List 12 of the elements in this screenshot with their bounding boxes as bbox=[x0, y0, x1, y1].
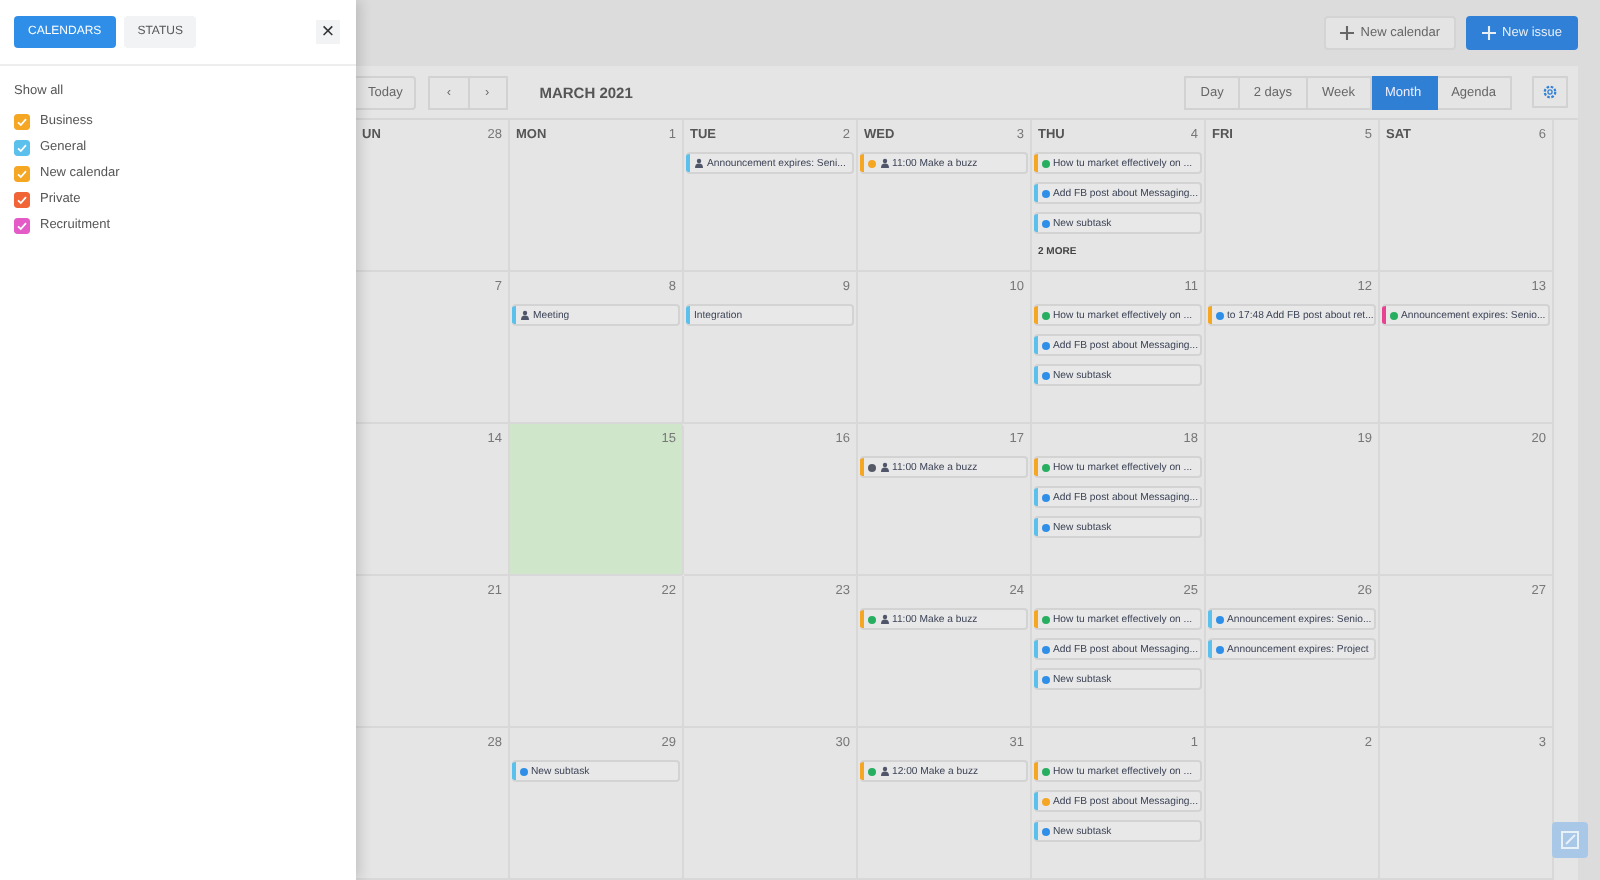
checkbox[interactable] bbox=[14, 191, 30, 207]
checkbox[interactable] bbox=[14, 113, 30, 129]
settings-button[interactable] bbox=[1532, 76, 1568, 108]
plus-icon bbox=[1482, 26, 1497, 40]
plus-icon bbox=[1340, 26, 1355, 40]
checkbox[interactable] bbox=[14, 165, 30, 181]
close-button[interactable]: × bbox=[316, 20, 340, 44]
checkbox[interactable] bbox=[14, 217, 30, 233]
settings-icon bbox=[1542, 84, 1558, 100]
checkbox[interactable] bbox=[14, 139, 30, 155]
edit-icon bbox=[1560, 830, 1580, 850]
compose-button[interactable] bbox=[1552, 822, 1588, 858]
